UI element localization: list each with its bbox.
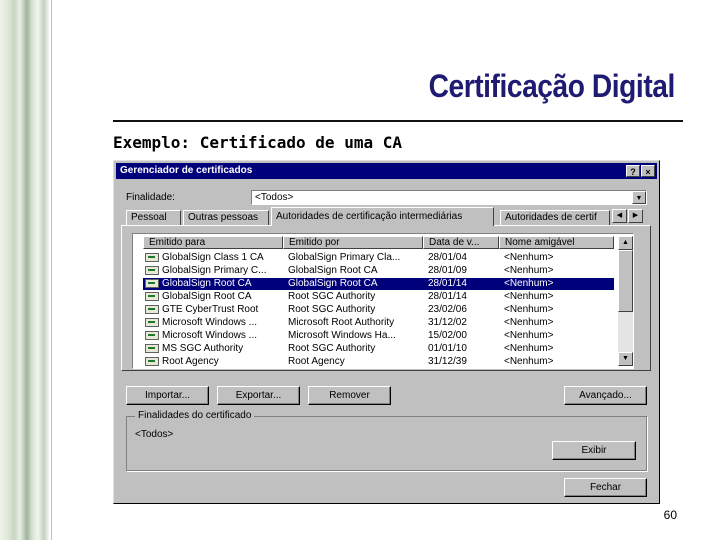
remove-button[interactable]: Remover xyxy=(308,386,391,405)
advanced-button[interactable]: Avançado... xyxy=(564,386,647,405)
certificate-icon xyxy=(145,266,159,275)
cell-expiration: 28/01/04 xyxy=(428,252,467,263)
cell-expiration: 23/02/06 xyxy=(428,304,467,315)
column-issued-to[interactable]: Emitido para xyxy=(143,236,283,249)
help-button[interactable]: ? xyxy=(626,165,640,177)
slide-subtitle: Exemplo: Certificado de uma CA xyxy=(113,133,402,152)
certificate-list[interactable]: Emitido para Emitido por Data de v... No… xyxy=(132,233,634,369)
cell-issued-by: Root SGC Authority xyxy=(288,291,376,302)
cell-expiration: 31/12/39 xyxy=(428,356,467,367)
slide-title: Certificação Digital xyxy=(428,68,676,104)
table-row[interactable]: GlobalSign Root CA Root SGC Authority 28… xyxy=(143,291,614,303)
certificate-icon xyxy=(145,292,159,301)
cell-issued-by: Root SGC Authority xyxy=(288,343,376,354)
cell-friendly-name: <Nenhum> xyxy=(504,278,554,289)
cell-friendly-name: <Nenhum> xyxy=(504,343,554,354)
cell-friendly-name: <Nenhum> xyxy=(504,356,554,367)
dialog-titlebar: Gerenciador de certificados ? × xyxy=(116,163,657,179)
cell-issued-to: Root Agency xyxy=(162,356,219,367)
certificate-icon xyxy=(145,253,159,262)
cell-expiration: 28/01/14 xyxy=(428,291,467,302)
cell-issued-by: Root SGC Authority xyxy=(288,304,376,315)
table-row[interactable]: Microsoft Windows ... Microsoft Windows … xyxy=(143,330,614,342)
tab-scroll-right-icon[interactable]: ▶ xyxy=(628,209,643,223)
purposes-group-label: Finalidades do certificado xyxy=(135,410,255,421)
table-row-selected[interactable]: GlobalSign Root CA GlobalSign Root CA 28… xyxy=(143,278,614,290)
certificate-icon xyxy=(145,318,159,327)
tab-intermediate-authorities[interactable]: Autoridades de certificação intermediári… xyxy=(271,207,494,226)
certificate-icon xyxy=(145,305,159,314)
cell-friendly-name: <Nenhum> xyxy=(504,330,554,341)
decorative-side-bar xyxy=(0,0,50,540)
cell-issued-to: GlobalSign Class 1 CA xyxy=(162,252,264,263)
tab-other-people[interactable]: Outras pessoas xyxy=(183,210,269,225)
dialog-title: Gerenciador de certificados xyxy=(120,165,253,176)
title-rule xyxy=(113,120,683,122)
cell-issued-by: Microsoft Windows Ha... xyxy=(288,330,396,341)
table-row[interactable]: GTE CyberTrust Root Root SGC Authority 2… xyxy=(143,304,614,316)
cell-issued-to: GlobalSign Root CA xyxy=(162,291,252,302)
view-button[interactable]: Exibir xyxy=(552,441,636,460)
scroll-down-icon[interactable]: ▼ xyxy=(618,352,633,366)
cell-expiration: 01/01/10 xyxy=(428,343,467,354)
certificate-icon xyxy=(145,331,159,340)
cell-issued-to: MS SGC Authority xyxy=(162,343,244,354)
close-button[interactable]: Fechar xyxy=(564,478,647,497)
table-row[interactable]: MS SGC Authority Root SGC Authority 01/0… xyxy=(143,343,614,355)
cell-issued-to: GlobalSign Root CA xyxy=(162,278,252,289)
cell-friendly-name: <Nenhum> xyxy=(504,265,554,276)
column-issued-by[interactable]: Emitido por xyxy=(283,236,423,249)
cell-issued-by: GlobalSign Root CA xyxy=(288,265,378,276)
cell-issued-to: Microsoft Windows ... xyxy=(162,330,258,341)
cell-issued-to: Microsoft Windows ... xyxy=(162,317,258,328)
table-row[interactable]: GlobalSign Class 1 CA GlobalSign Primary… xyxy=(143,252,614,264)
scroll-thumb[interactable] xyxy=(618,250,633,312)
tab-scroll-left-icon[interactable]: ◀ xyxy=(612,209,627,223)
cell-issued-by: GlobalSign Root CA xyxy=(288,278,378,289)
purpose-select[interactable]: <Todos> ▼ xyxy=(251,190,647,205)
purpose-label: Finalidade: xyxy=(126,192,175,203)
cell-issued-by: Root Agency xyxy=(288,356,345,367)
cell-friendly-name: <Nenhum> xyxy=(504,291,554,302)
scroll-up-icon[interactable]: ▲ xyxy=(618,236,633,250)
cell-expiration: 28/01/14 xyxy=(428,278,467,289)
certificate-icon xyxy=(145,357,159,366)
page-number: 60 xyxy=(663,508,677,522)
purposes-group-value: <Todos> xyxy=(135,429,174,440)
certificate-manager-dialog: Gerenciador de certificados ? × Finalida… xyxy=(113,160,660,504)
tab-root-authorities[interactable]: Autoridades de certif xyxy=(500,210,610,225)
import-button[interactable]: Importar... xyxy=(126,386,209,405)
table-row[interactable]: Microsoft Windows ... Microsoft Root Aut… xyxy=(143,317,614,329)
table-row[interactable]: GlobalSign Primary C... GlobalSign Root … xyxy=(143,265,614,277)
cell-expiration: 28/01/09 xyxy=(428,265,467,276)
column-friendly-name[interactable]: Nome amigável xyxy=(499,236,614,249)
certificate-icon xyxy=(145,344,159,353)
side-divider xyxy=(51,0,52,540)
certificate-purposes-group: Finalidades do certificado <Todos> Exibi… xyxy=(126,410,647,471)
cell-issued-to: GlobalSign Primary C... xyxy=(162,265,267,276)
cell-issued-by: Microsoft Root Authority xyxy=(288,317,395,328)
cell-friendly-name: <Nenhum> xyxy=(504,317,554,328)
tab-personal[interactable]: Pessoal xyxy=(126,210,181,225)
table-row[interactable]: Root Agency Root Agency 31/12/39 <Nenhum… xyxy=(143,356,614,368)
vertical-scrollbar[interactable]: ▲ ▼ xyxy=(618,236,633,366)
cell-issued-to: GTE CyberTrust Root xyxy=(162,304,259,315)
cell-friendly-name: <Nenhum> xyxy=(504,252,554,263)
cell-expiration: 31/12/02 xyxy=(428,317,467,328)
purpose-select-value: <Todos> xyxy=(255,192,294,203)
cell-issued-by: GlobalSign Primary Cla... xyxy=(288,252,401,263)
close-window-button[interactable]: × xyxy=(641,165,655,177)
certificate-icon xyxy=(145,279,159,288)
column-expiration[interactable]: Data de v... xyxy=(423,236,499,249)
cell-expiration: 15/02/00 xyxy=(428,330,467,341)
export-button[interactable]: Exportar... xyxy=(217,386,300,405)
chevron-down-icon[interactable]: ▼ xyxy=(632,191,646,204)
cell-friendly-name: <Nenhum> xyxy=(504,304,554,315)
